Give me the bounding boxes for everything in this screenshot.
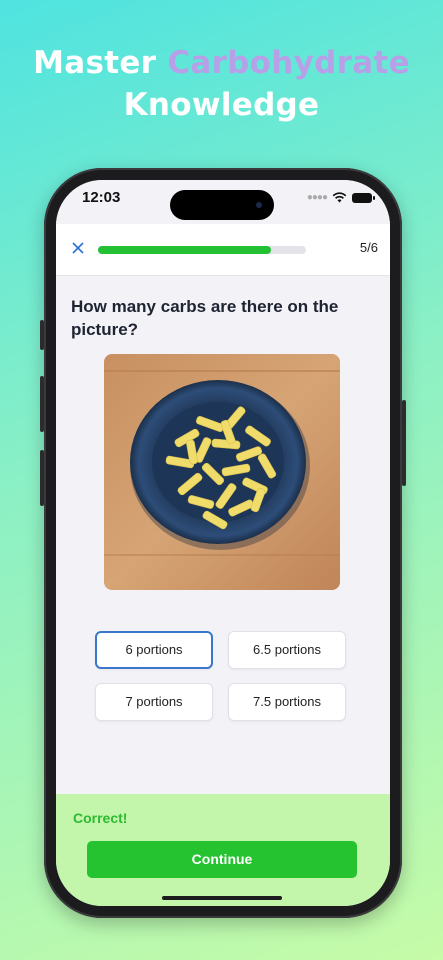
close-icon[interactable]: [68, 238, 88, 258]
mute-switch: [40, 320, 44, 350]
phone-frame: 12:03 ●●●● 5/6 How many carbs are there …: [40, 168, 406, 918]
camera-dot: [256, 202, 262, 208]
headline: Master Carbohydrate Knowledge: [0, 42, 443, 126]
quiz-top-bar: 5/6: [56, 224, 390, 276]
progress-counter: 5/6: [359, 240, 378, 255]
volume-down-button: [40, 450, 44, 506]
headline-word: Master: [33, 45, 157, 81]
continue-button[interactable]: Continue: [87, 841, 357, 878]
food-photo: [104, 354, 340, 590]
progress-fill: [98, 246, 272, 254]
signal-icon: ●●●●: [306, 192, 328, 203]
feedback-status: Correct!: [73, 810, 128, 826]
headline-line-2: Knowledge: [123, 87, 320, 123]
home-indicator: [162, 896, 282, 900]
feedback-panel: Correct! Continue: [56, 794, 390, 906]
headline-accent-word: Carbohydrate: [167, 45, 410, 81]
progress-bar: [98, 246, 306, 254]
answer-option[interactable]: 6 portions: [95, 631, 213, 669]
volume-up-button: [40, 376, 44, 432]
status-icons: ●●●●: [306, 192, 375, 203]
answer-option[interactable]: 7.5 portions: [228, 683, 346, 721]
battery-icon: [352, 192, 375, 203]
headline-line-1: Master Carbohydrate: [0, 42, 443, 84]
answer-option[interactable]: 7 portions: [95, 683, 213, 721]
status-time: 12:03: [82, 189, 121, 206]
app-screen: 12:03 ●●●● 5/6 How many carbs are there …: [56, 180, 390, 906]
answer-option[interactable]: 6.5 portions: [228, 631, 346, 669]
power-button: [402, 400, 406, 486]
question-text: How many carbs are there on the picture?: [71, 297, 339, 339]
wifi-icon: [332, 192, 347, 203]
status-bar: 12:03 ●●●●: [56, 180, 390, 224]
dynamic-island: [170, 190, 274, 220]
